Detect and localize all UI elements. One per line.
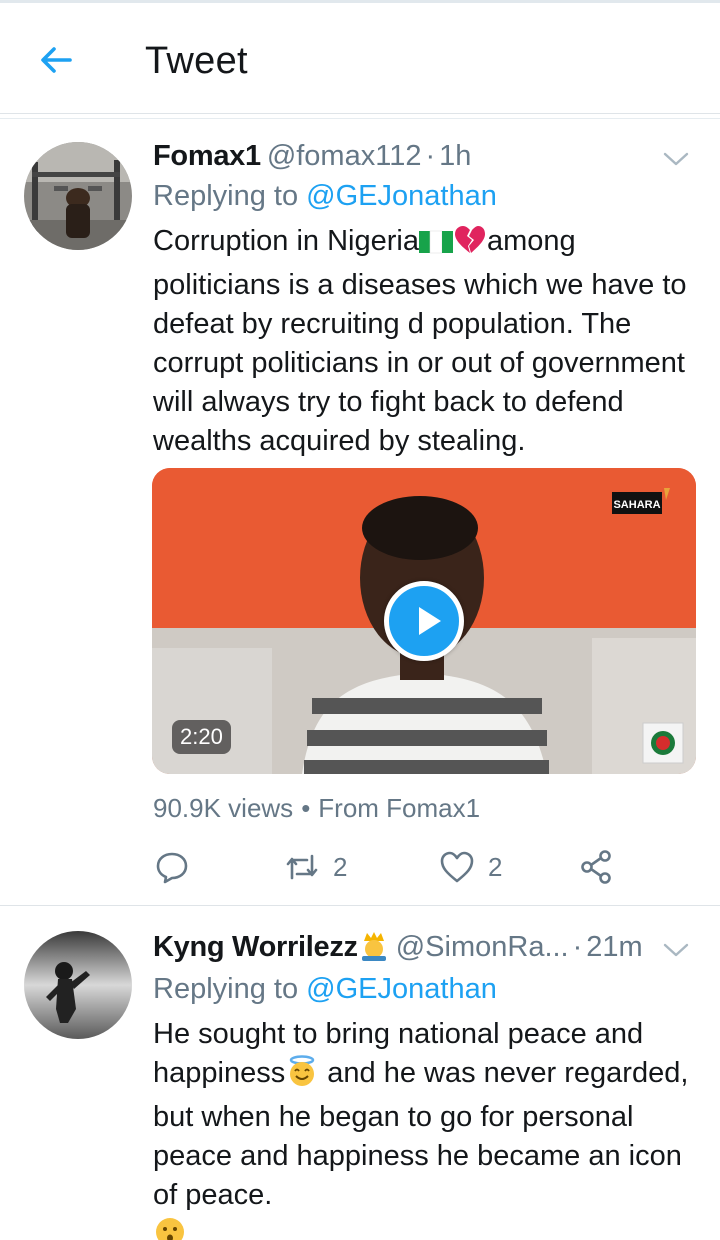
separator-bullet: •	[301, 793, 311, 823]
tweet-text: Corruption in Nigeria among politicians i…	[153, 222, 698, 461]
retweet-button[interactable]: 2	[283, 842, 347, 892]
view-count: 90.9K views	[153, 793, 294, 823]
replying-to: Replying to @GEJonathan	[153, 180, 497, 213]
share-icon	[581, 850, 611, 884]
timestamp: 1h	[439, 140, 472, 172]
retweet-count: 2	[333, 851, 348, 882]
separator-dot: ·	[572, 931, 583, 963]
display-name[interactable]: Fomax1	[153, 140, 261, 172]
replying-prefix: Replying to	[153, 180, 299, 212]
reply-mention-link[interactable]: @GEJonathan	[306, 973, 497, 1005]
video-player[interactable]: SAHARA 2:20	[152, 468, 696, 774]
flag-nigeria-emoji	[418, 227, 453, 266]
page-title: Tweet	[145, 40, 248, 82]
play-button[interactable]	[384, 581, 464, 661]
tweet-actions: 2 2	[153, 842, 623, 892]
user-handle[interactable]: @fomax112	[267, 140, 422, 172]
tweet-text-part: Corruption in Nigeria	[153, 225, 419, 257]
timestamp: 21m	[586, 931, 643, 963]
replying-prefix: Replying to	[153, 973, 299, 1005]
tweet-card[interactable]: Kyng Worrilezz @SimonRa... · 21m Replying t…	[0, 907, 720, 1240]
tweet-text: He sought to bring national peace and ha…	[153, 1015, 698, 1240]
tv-logo-icon	[642, 722, 684, 764]
replying-to: Replying to @GEJonathan	[153, 973, 497, 1006]
arrow-left-icon	[41, 47, 72, 73]
tweet-header: Fomax1 @fomax112 · 1h	[153, 138, 690, 174]
chevron-down-icon	[663, 943, 689, 957]
chevron-down-icon	[663, 152, 689, 166]
channel-watermark: SAHARA	[612, 486, 672, 522]
tweet-menu-button[interactable]	[662, 144, 690, 168]
reply-button[interactable]	[153, 842, 191, 892]
divider	[0, 118, 720, 119]
avatar[interactable]	[24, 142, 132, 250]
app-header: Tweet	[0, 0, 720, 114]
svg-text:SAHARA: SAHARA	[613, 499, 660, 511]
share-button[interactable]	[578, 842, 616, 892]
prince-emoji	[358, 929, 390, 970]
video-stats: 90.9K views • From Fomax1	[153, 793, 480, 824]
video-source[interactable]: From Fomax1	[318, 793, 480, 823]
tweet-card[interactable]: Fomax1 @fomax112 · 1h Replying to @GEJonath…	[0, 120, 720, 906]
halo-smile-emoji	[285, 1055, 319, 1098]
like-icon	[440, 851, 474, 883]
hushed-face-emoji	[153, 1215, 187, 1240]
broken-heart-emoji	[453, 225, 487, 266]
display-name[interactable]: Kyng Worrilezz	[153, 931, 358, 963]
reply-icon	[156, 852, 188, 884]
video-duration: 2:20	[172, 720, 231, 754]
user-handle[interactable]: @SimonRa...	[396, 931, 569, 963]
retweet-icon	[286, 854, 318, 880]
like-button[interactable]: 2	[438, 842, 502, 892]
like-count: 2	[488, 851, 503, 882]
avatar[interactable]	[24, 931, 132, 1039]
back-button[interactable]	[36, 40, 76, 80]
tweet-menu-button[interactable]	[662, 935, 690, 959]
separator-dot: ·	[425, 140, 436, 172]
play-icon	[419, 607, 441, 635]
reply-mention-link[interactable]: @GEJonathan	[306, 180, 497, 212]
tweet-header: Kyng Worrilezz @SimonRa... · 21m	[153, 929, 690, 970]
